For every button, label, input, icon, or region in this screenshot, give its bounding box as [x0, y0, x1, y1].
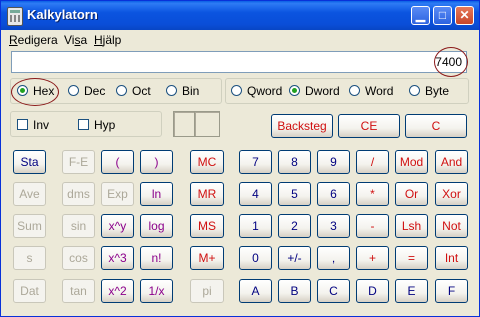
sci-button[interactable]: sin — [62, 214, 95, 238]
keypad-button[interactable]: D — [356, 279, 389, 303]
keypad-button[interactable]: 1 — [239, 214, 272, 238]
hex-highlight-circle — [11, 78, 59, 106]
sci-button[interactable]: x^2 — [101, 279, 134, 303]
sci-button[interactable]: ln — [140, 182, 173, 206]
keypad-button[interactable]: 5 — [278, 182, 311, 206]
sci-button[interactable]: n! — [140, 246, 173, 270]
memory-button[interactable]: MC — [190, 150, 224, 174]
keypad-button[interactable]: Xor — [435, 182, 468, 206]
keypad-button[interactable]: Mod — [395, 150, 428, 174]
sci-button[interactable]: s — [13, 246, 46, 270]
sci-button[interactable]: F-E — [62, 150, 95, 174]
memory-button[interactable]: pi — [190, 279, 224, 303]
sci-button[interactable]: x^y — [101, 214, 134, 238]
keypad-button[interactable]: Or — [395, 182, 428, 206]
keypad-button[interactable]: 7 — [239, 150, 272, 174]
ce-button[interactable]: CE — [338, 114, 400, 138]
backspace-button[interactable]: Backsteg — [271, 114, 333, 138]
inv-hyp-group: Inv Hyp — [10, 111, 162, 137]
word-size-group: Qword Dword Word Byte — [225, 78, 469, 104]
maximize-icon: □ — [438, 8, 447, 22]
keypad-button[interactable]: 4 — [239, 182, 272, 206]
keypad-button[interactable]: C — [317, 279, 350, 303]
keypad-button[interactable]: E — [395, 279, 428, 303]
display-field[interactable]: 7400 — [11, 51, 467, 73]
keypad-button[interactable]: Not — [435, 214, 468, 238]
minimize-icon: ▁ — [415, 8, 426, 22]
keypad-button[interactable]: +/- — [278, 246, 311, 270]
keypad-button[interactable]: 2 — [278, 214, 311, 238]
c-button[interactable]: C — [405, 114, 467, 138]
sci-button[interactable]: Exp — [101, 182, 134, 206]
memory-button[interactable]: MS — [190, 214, 224, 238]
sci-button[interactable]: cos — [62, 246, 95, 270]
keypad-button[interactable]: A — [239, 279, 272, 303]
memory-indicator — [194, 111, 220, 137]
sci-button[interactable]: Ave — [13, 182, 46, 206]
keypad-button[interactable]: * — [356, 182, 389, 206]
calculator-app-icon — [7, 7, 23, 26]
keypad-button[interactable]: B — [278, 279, 311, 303]
memory-button[interactable]: MR — [190, 182, 224, 206]
sci-button[interactable]: dms — [62, 182, 95, 206]
close-button[interactable]: ✕ — [455, 6, 474, 25]
keypad-button[interactable]: - — [356, 214, 389, 238]
menu-hjalp[interactable]: Hjälp — [94, 33, 121, 47]
keypad-button[interactable]: + — [356, 246, 389, 270]
window-title: Kalkylatorn — [27, 7, 98, 22]
keypad-button[interactable]: , — [317, 246, 350, 270]
keypad-button[interactable]: Lsh — [395, 214, 428, 238]
menu-bar: Redigera Visa Hjälp — [1, 31, 479, 49]
keypad-button[interactable]: 3 — [317, 214, 350, 238]
keypad-button[interactable]: = — [395, 246, 428, 270]
sci-button[interactable]: 1/x — [140, 279, 173, 303]
sci-button[interactable]: x^3 — [101, 246, 134, 270]
sci-button[interactable]: Sta — [13, 150, 46, 174]
calculator-window: Kalkylatorn ▁ □ ✕ Redigera Visa Hjälp 74… — [0, 0, 480, 317]
sci-button[interactable]: ( — [101, 150, 134, 174]
maximize-button[interactable]: □ — [433, 6, 452, 25]
sci-button[interactable]: log — [140, 214, 173, 238]
sci-button[interactable]: Dat — [13, 279, 46, 303]
keypad-button[interactable]: Int — [435, 246, 468, 270]
close-icon: ✕ — [459, 8, 470, 22]
keypad-button[interactable]: / — [356, 150, 389, 174]
sci-button[interactable]: tan — [62, 279, 95, 303]
keypad-button[interactable]: And — [435, 150, 468, 174]
sci-button[interactable]: ) — [140, 150, 173, 174]
keypad-button[interactable]: F — [435, 279, 468, 303]
title-bar[interactable]: Kalkylatorn ▁ □ ✕ — [1, 1, 479, 30]
keypad-button[interactable]: 6 — [317, 182, 350, 206]
memory-button[interactable]: M+ — [190, 246, 224, 270]
keypad-button[interactable]: 9 — [317, 150, 350, 174]
keypad-button[interactable]: 8 — [278, 150, 311, 174]
keypad-button[interactable]: 0 — [239, 246, 272, 270]
menu-visa[interactable]: Visa — [64, 33, 87, 47]
sci-button[interactable]: Sum — [13, 214, 46, 238]
display-highlight-circle — [434, 47, 468, 77]
minimize-button[interactable]: ▁ — [411, 6, 430, 25]
menu-redigera[interactable]: Redigera — [9, 33, 58, 47]
